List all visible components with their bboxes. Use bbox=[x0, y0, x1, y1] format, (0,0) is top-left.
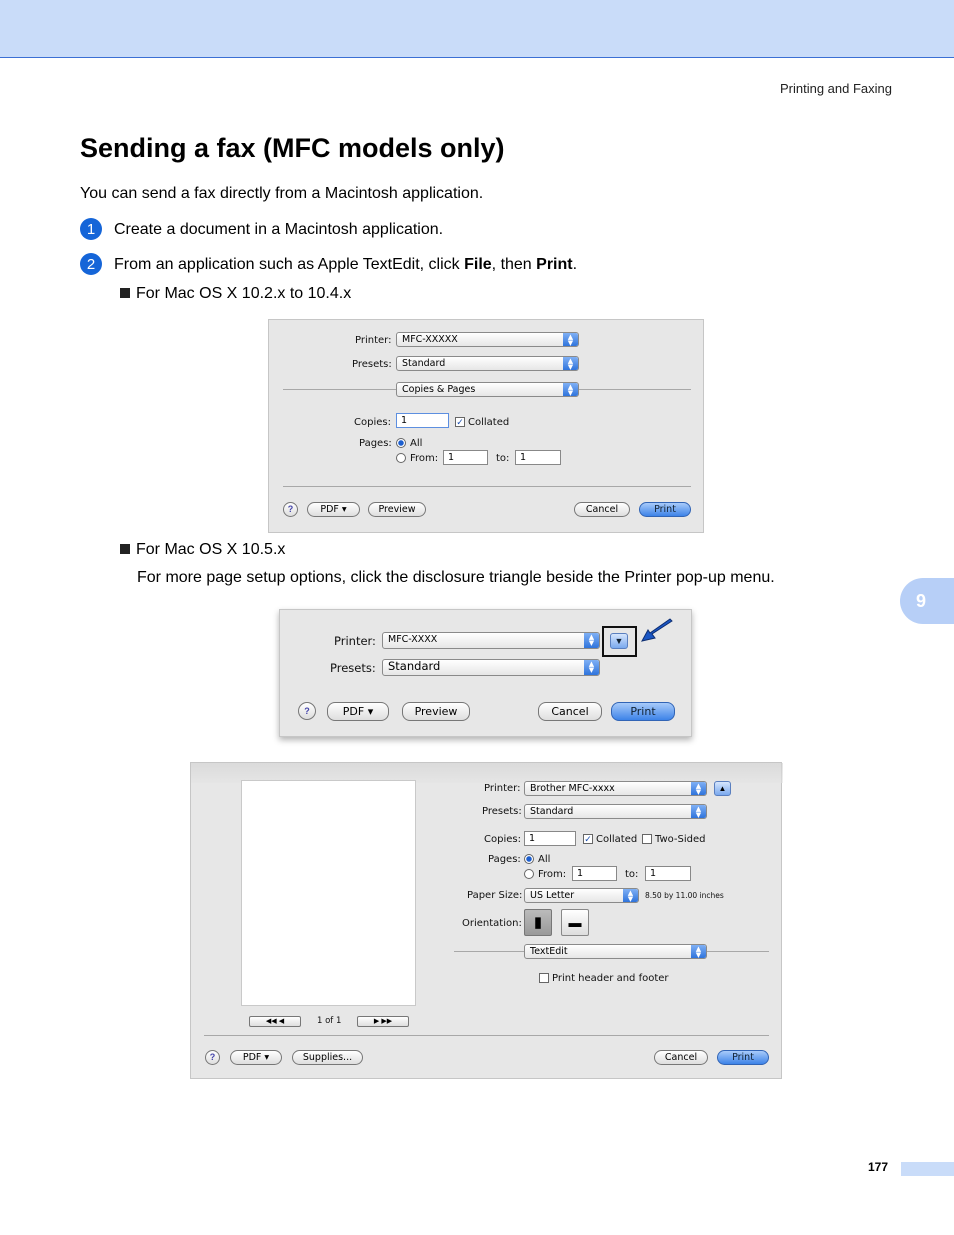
header-footer-label: Print header and footer bbox=[552, 973, 669, 984]
disclosure-highlight: ▼ bbox=[602, 626, 637, 657]
to-field[interactable]: 1 bbox=[515, 450, 561, 465]
bullet-square-icon bbox=[120, 544, 130, 554]
step-2-marker: 2 bbox=[80, 253, 102, 275]
step-1-marker: 1 bbox=[80, 218, 102, 240]
header-footer-checkbox[interactable] bbox=[539, 973, 549, 983]
printer-label: Printer: bbox=[484, 783, 521, 794]
page-number-bar bbox=[901, 1162, 954, 1176]
pages-all-label: All bbox=[410, 438, 423, 449]
divider-left bbox=[283, 389, 396, 390]
pages-all-radio[interactable] bbox=[396, 438, 406, 448]
preview-button[interactable]: Preview bbox=[402, 702, 470, 721]
to-label: to: bbox=[625, 869, 639, 880]
from-label: From: bbox=[538, 869, 567, 880]
pages-all-label: All bbox=[538, 854, 551, 865]
printer-label: Printer: bbox=[355, 335, 392, 346]
printer-popup[interactable]: MFC-XXXXX ▲ ▼ bbox=[396, 332, 579, 347]
print-dialog-10-5-compact: Printer: MFC-XXXX ▲ ▼ ▼ Presets: Standard ▲… bbox=[279, 609, 692, 737]
bullet-macos-104: For Mac OS X 10.2.x to 10.4.x bbox=[120, 285, 351, 303]
bullet-macos-105-note: For more page setup options, click the d… bbox=[137, 569, 775, 586]
bullet-square-icon bbox=[120, 288, 130, 298]
divider-left bbox=[454, 951, 524, 952]
cancel-button[interactable]: Cancel bbox=[538, 702, 602, 721]
landscape-orientation-icon[interactable]: ▬ bbox=[561, 909, 589, 936]
supplies-button[interactable]: Supplies... bbox=[292, 1050, 363, 1065]
help-icon[interactable]: ? bbox=[298, 702, 316, 720]
copies-field[interactable]: 1 bbox=[396, 413, 449, 428]
paper-size-label: Paper Size: bbox=[467, 890, 523, 901]
print-button[interactable]: Print bbox=[611, 702, 675, 721]
page-title: Sending a fax (MFC models only) bbox=[80, 133, 505, 163]
collated-label: Collated bbox=[596, 834, 638, 845]
callout-arrow-icon bbox=[641, 618, 673, 642]
help-icon[interactable]: ? bbox=[205, 1050, 220, 1065]
pages-from-radio[interactable] bbox=[396, 453, 406, 463]
disclosure-triangle-button[interactable]: ▼ bbox=[610, 633, 628, 649]
from-field[interactable]: 1 bbox=[443, 450, 488, 465]
two-sided-label: Two-Sided bbox=[655, 834, 706, 845]
step-2-text: From an application such as Apple TextEd… bbox=[114, 256, 578, 273]
paper-size-popup[interactable]: US Letter ▲ ▼ bbox=[524, 888, 639, 903]
collated-checkbox[interactable]: ✓ bbox=[583, 834, 593, 844]
prev-page-buttons[interactable]: ◀◀ ◀ bbox=[249, 1016, 301, 1027]
next-page-buttons[interactable]: ▶ ▶▶ bbox=[357, 1016, 409, 1027]
printer-label: Printer: bbox=[334, 634, 376, 648]
pages-from-radio[interactable] bbox=[524, 869, 534, 879]
from-label: From: bbox=[410, 453, 439, 464]
paper-dimensions: 8.50 by 11.00 inches bbox=[645, 891, 724, 900]
print-dialog-10-4: Printer: MFC-XXXXX ▲ ▼ Presets: Standard ▲ ▼… bbox=[268, 319, 704, 533]
help-icon[interactable]: ? bbox=[283, 502, 298, 517]
orientation-label: Orientation: bbox=[462, 918, 522, 929]
pages-label: Pages: bbox=[488, 854, 521, 865]
pdf-button[interactable]: PDF ▾ bbox=[230, 1050, 282, 1065]
printer-popup[interactable]: Brother MFC-xxxx ▲ ▼ bbox=[524, 781, 707, 796]
to-field[interactable]: 1 bbox=[645, 866, 691, 881]
print-button[interactable]: Print bbox=[717, 1050, 769, 1065]
print-dialog-10-5-expanded: ◀◀ ◀ 1 of 1 ▶ ▶▶ Printer: Brother MFC-xx… bbox=[190, 762, 783, 1079]
panel-popup[interactable]: Copies & Pages ▲ ▼ bbox=[396, 382, 579, 397]
copies-label: Copies: bbox=[484, 834, 521, 845]
to-label: to: bbox=[496, 453, 510, 464]
divider-right bbox=[707, 951, 769, 952]
page-count: 1 of 1 bbox=[317, 1016, 342, 1026]
pages-label: Pages: bbox=[359, 438, 392, 449]
pdf-button[interactable]: PDF ▾ bbox=[327, 702, 389, 721]
copies-label: Copies: bbox=[354, 417, 391, 428]
presets-popup[interactable]: Standard ▲ ▼ bbox=[382, 659, 600, 676]
preview-button[interactable]: Preview bbox=[368, 502, 426, 517]
two-sided-checkbox[interactable] bbox=[642, 834, 652, 844]
pdf-button[interactable]: PDF ▾ bbox=[307, 502, 360, 517]
collated-checkbox[interactable]: ✓ bbox=[455, 417, 465, 427]
intro-text: You can send a fax directly from a Macin… bbox=[80, 185, 484, 202]
presets-popup[interactable]: Standard ▲ ▼ bbox=[524, 804, 707, 819]
presets-label: Presets: bbox=[352, 359, 392, 370]
from-field[interactable]: 1 bbox=[572, 866, 617, 881]
page-number: 177 bbox=[868, 1160, 889, 1174]
printer-popup[interactable]: MFC-XXXX ▲ ▼ bbox=[382, 632, 600, 649]
divider-right bbox=[579, 389, 691, 390]
bullet-macos-105: For Mac OS X 10.5.x bbox=[120, 541, 285, 559]
presets-popup[interactable]: Standard ▲ ▼ bbox=[396, 356, 579, 371]
disclosure-triangle-button[interactable]: ▲ bbox=[714, 781, 731, 796]
print-button[interactable]: Print bbox=[639, 502, 691, 517]
pages-all-radio[interactable] bbox=[524, 854, 534, 864]
chapter-tab: 9 bbox=[900, 578, 954, 624]
app-panel-popup[interactable]: TextEdit ▲ ▼ bbox=[524, 944, 707, 959]
portrait-orientation-icon[interactable]: ▮ bbox=[524, 909, 552, 936]
copies-field[interactable]: 1 bbox=[524, 831, 576, 846]
divider-bottom bbox=[204, 1035, 769, 1036]
page-preview bbox=[241, 780, 416, 1006]
presets-label: Presets: bbox=[330, 661, 376, 675]
section-title: Printing and Faxing bbox=[779, 81, 892, 96]
step-1-text: Create a document in a Macintosh applica… bbox=[114, 221, 444, 238]
presets-label: Presets: bbox=[482, 806, 522, 817]
divider-bottom bbox=[283, 486, 691, 487]
cancel-button[interactable]: Cancel bbox=[574, 502, 630, 517]
header-band bbox=[0, 0, 954, 58]
collated-label: Collated bbox=[468, 417, 510, 428]
cancel-button[interactable]: Cancel bbox=[654, 1050, 708, 1065]
